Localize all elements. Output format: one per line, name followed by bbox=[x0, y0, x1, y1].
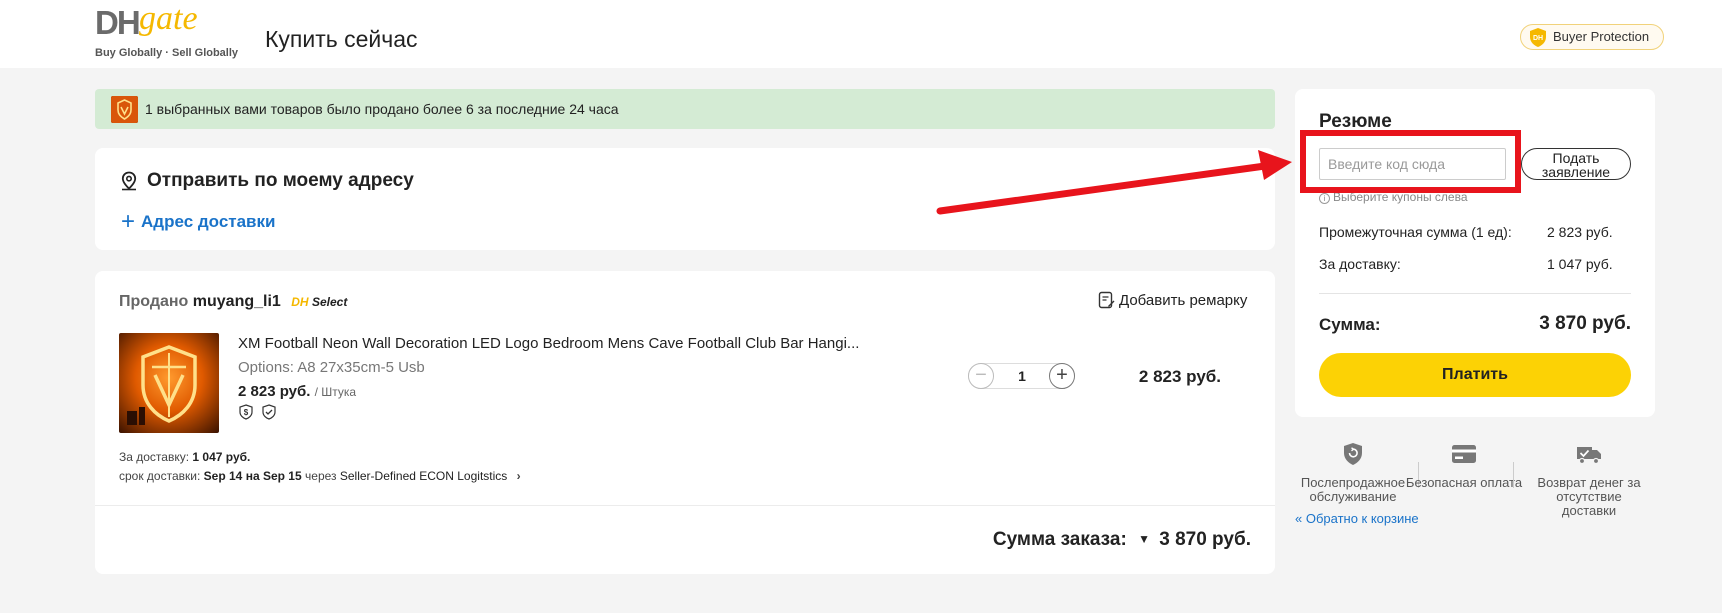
seller-line: Продано muyang_li1 DH Select bbox=[119, 293, 347, 311]
add-shipping-address-link[interactable]: + Адрес доставки bbox=[121, 208, 275, 236]
product-price-value: 2 823 руб. bbox=[238, 383, 311, 400]
guarantee-refund-no-delivery: Возврат денег за отсутствие доставки bbox=[1529, 442, 1649, 518]
back-to-cart-link[interactable]: « Обратно к корзине bbox=[1295, 511, 1419, 526]
dollar-shield-icon: $ bbox=[238, 404, 254, 420]
buyer-protection-label: Buyer Protection bbox=[1553, 29, 1650, 44]
neon-shield-image bbox=[111, 96, 138, 123]
item-shipping-label: За доставку: bbox=[119, 450, 190, 464]
dhgate-logo[interactable]: DH gate Buy Globally · Sell Globally bbox=[95, 0, 245, 62]
quantity-value[interactable]: 1 bbox=[1007, 368, 1037, 384]
total-row: Сумма: 3 870 руб. bbox=[1319, 313, 1631, 335]
add-remark-label: Добавить ремарку bbox=[1119, 292, 1248, 309]
dh-select-badge: DH Select bbox=[291, 295, 347, 309]
card-icon bbox=[1452, 445, 1476, 463]
notice-text: 1 выбранных вами товаров было продано бо… bbox=[145, 101, 619, 117]
eta-via: через bbox=[305, 469, 337, 483]
logo-tagline: Buy Globally · Sell Globally bbox=[95, 47, 239, 59]
total-label: Сумма: bbox=[1319, 315, 1381, 334]
shipping-address-card: Отправить по моему адресу + Адрес доставк… bbox=[95, 148, 1275, 250]
delivery-estimate-link[interactable]: срок доставки: Sep 14 на Sep 15 через Se… bbox=[119, 469, 521, 483]
order-total-label: Сумма заказа: bbox=[992, 529, 1127, 550]
line-total: 2 823 руб. bbox=[1138, 367, 1221, 386]
page-title: Купить сейчас bbox=[265, 26, 418, 52]
buyer-protection-badge[interactable]: DH Buyer Protection bbox=[1520, 24, 1665, 50]
product-name-link[interactable]: XM Football Neon Wall Decoration LED Log… bbox=[238, 335, 859, 352]
order-card: Продано muyang_li1 DH Select Добавить ре… bbox=[95, 271, 1275, 574]
item-shipping-value: 1 047 руб. bbox=[192, 450, 251, 464]
eta-carrier: Seller-Defined ECON Logitstics bbox=[339, 469, 508, 483]
subtotal-row: Промежуточная сумма (1 ед): 2 823 руб. bbox=[1319, 224, 1631, 240]
guarantee-after-sales-label: Послепродажное обслуживание bbox=[1300, 475, 1406, 504]
product-badges: $ bbox=[238, 404, 280, 425]
svg-text:$: $ bbox=[244, 408, 249, 417]
eta-to: Sep 15 bbox=[262, 469, 302, 483]
shipping-label: За доставку: bbox=[1319, 256, 1401, 272]
guarantee-secure-payment: Безопасная оплата bbox=[1404, 442, 1524, 490]
total-value: 3 870 руб. bbox=[1539, 313, 1631, 334]
dh-select-badge-text: Select bbox=[311, 295, 348, 309]
guarantee-secure-payment-label: Безопасная оплата bbox=[1405, 475, 1523, 490]
notice-product-thumbnail bbox=[111, 96, 138, 123]
truck-check-icon bbox=[1577, 447, 1601, 465]
sold-by-label: Продано bbox=[119, 293, 189, 310]
subtotal-value: 2 823 руб. bbox=[1547, 224, 1613, 240]
quantity-stepper: − 1 + bbox=[968, 363, 1075, 389]
product-options: Options: A8 27x35cm-5 Usb bbox=[238, 359, 425, 376]
svg-text:DH: DH bbox=[1533, 35, 1543, 42]
product-unit-price: 2 823 руб. / Штука bbox=[238, 383, 356, 400]
plus-icon: + bbox=[121, 208, 136, 235]
protection-shield-icon bbox=[261, 404, 277, 420]
caret-down-icon[interactable]: ▼ bbox=[1138, 532, 1150, 546]
order-divider bbox=[95, 505, 1275, 506]
guarantee-refund-label: Возврат денег за отсутствие доставки bbox=[1537, 475, 1641, 518]
annotation-highlight-box bbox=[1300, 130, 1521, 193]
sold-notice-banner: 1 выбранных вами товаров было продано бо… bbox=[95, 89, 1275, 129]
subtotal-label: Промежуточная сумма (1 ед): bbox=[1319, 224, 1512, 240]
logo-gate: gate bbox=[139, 0, 198, 37]
chevron-right-icon: › bbox=[516, 469, 521, 483]
order-total-value: 3 870 руб. bbox=[1159, 529, 1251, 550]
shipping-row: За доставку: 1 047 руб. bbox=[1319, 256, 1631, 272]
shield-icon: DH bbox=[1530, 28, 1546, 47]
seller-name-link[interactable]: muyang_li1 bbox=[193, 293, 281, 310]
eta-on: на bbox=[245, 469, 260, 483]
location-pin-icon bbox=[121, 171, 137, 191]
add-address-label: Адрес доставки bbox=[141, 212, 276, 231]
address-section-title: Отправить по моему адресу bbox=[147, 170, 414, 191]
order-total: Сумма заказа: ▼ 3 870 руб. bbox=[993, 529, 1251, 551]
quantity-increase-button[interactable]: + bbox=[1049, 363, 1075, 389]
pay-button[interactable]: Платить bbox=[1319, 353, 1631, 397]
eta-from: Sep 14 bbox=[203, 469, 243, 483]
after-sales-icon bbox=[1344, 443, 1362, 465]
eta-label: срок доставки: bbox=[119, 469, 201, 483]
dh-select-badge-dh: DH bbox=[291, 295, 309, 309]
guarantee-after-sales: Послепродажное обслуживание bbox=[1293, 442, 1413, 504]
item-shipping-cost: За доставку: 1 047 руб. bbox=[119, 450, 250, 464]
add-remark-button[interactable]: Добавить ремарку bbox=[1098, 291, 1247, 309]
header: DH gate Buy Globally · Sell Globally Куп… bbox=[0, 0, 1722, 68]
product-price-unit: / Штука bbox=[314, 385, 357, 399]
info-icon: i bbox=[1319, 193, 1330, 204]
guarantee-separator bbox=[1513, 462, 1514, 488]
shipping-value: 1 047 руб. bbox=[1547, 256, 1613, 272]
apply-coupon-button[interactable]: Подать заявление bbox=[1521, 148, 1631, 180]
product-image[interactable] bbox=[119, 333, 219, 433]
neon-football-logo-image bbox=[127, 345, 197, 425]
summary-divider bbox=[1319, 293, 1631, 294]
note-edit-icon bbox=[1098, 291, 1115, 309]
logo-dh: DH bbox=[95, 4, 141, 41]
quantity-decrease-button[interactable]: − bbox=[968, 363, 994, 389]
